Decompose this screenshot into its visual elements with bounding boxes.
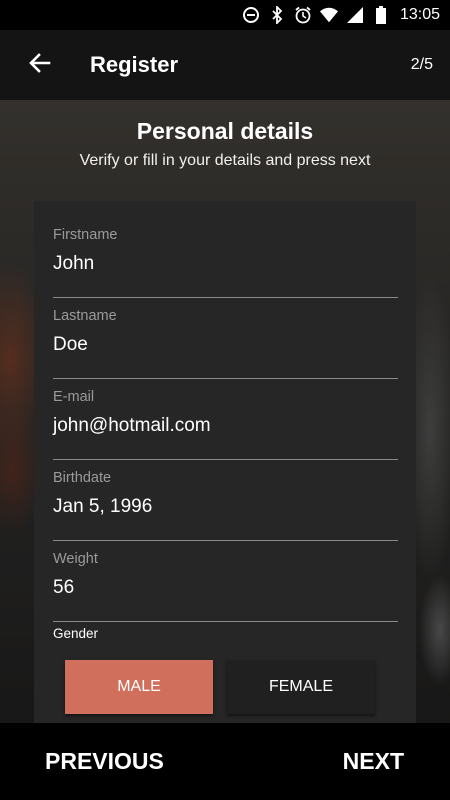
section-title: Personal details xyxy=(136,118,314,144)
firstname-value[interactable]: John xyxy=(53,253,94,275)
weight-field[interactable]: Weight 56 xyxy=(53,551,398,622)
weight-label: Weight xyxy=(53,551,98,567)
personal-details-form: Firstname John Lastname Doe E-mail john@… xyxy=(34,201,416,726)
lastname-value[interactable]: Doe xyxy=(53,334,88,356)
previous-button[interactable]: PREVIOUS xyxy=(45,738,164,785)
step-indicator: 2/5 xyxy=(410,56,433,73)
back-button[interactable] xyxy=(20,45,60,85)
email-value[interactable]: john@hotmail.com xyxy=(53,415,211,437)
signal-icon xyxy=(346,6,364,24)
page-title: Register xyxy=(90,52,179,77)
app-bar: Register 2/5 xyxy=(0,30,450,100)
lastname-label: Lastname xyxy=(53,308,117,324)
status-bar: 13:05 xyxy=(0,0,450,30)
weight-value[interactable]: 56 xyxy=(53,577,74,599)
firstname-label: Firstname xyxy=(53,227,118,243)
gender-female-button[interactable]: FEMALE xyxy=(227,660,375,714)
next-button[interactable]: NEXT xyxy=(343,738,404,785)
arrow-left-icon xyxy=(29,52,51,79)
birthdate-value[interactable]: Jan 5, 1996 xyxy=(53,496,152,518)
clock-time: 13:05 xyxy=(399,6,440,23)
dnd-icon xyxy=(242,6,260,24)
alarm-icon xyxy=(294,6,312,24)
birthdate-field[interactable]: Birthdate Jan 5, 1996 xyxy=(53,470,398,541)
email-field[interactable]: E-mail john@hotmail.com xyxy=(53,389,398,460)
section-subtitle: Verify or fill in your details and press… xyxy=(79,152,371,169)
birthdate-label: Birthdate xyxy=(53,470,112,486)
bluetooth-icon xyxy=(268,6,286,24)
firstname-field[interactable]: Firstname John xyxy=(53,227,398,298)
lastname-field[interactable]: Lastname Doe xyxy=(53,308,398,379)
wifi-icon xyxy=(319,6,338,24)
battery-icon xyxy=(372,6,390,24)
gender-label: Gender xyxy=(53,626,99,641)
bottom-navigation: PREVIOUS NEXT xyxy=(0,723,450,800)
section-header: Personal details Verify or fill in your … xyxy=(0,108,450,170)
email-label: E-mail xyxy=(53,389,95,405)
gender-male-button[interactable]: MALE xyxy=(65,660,213,714)
